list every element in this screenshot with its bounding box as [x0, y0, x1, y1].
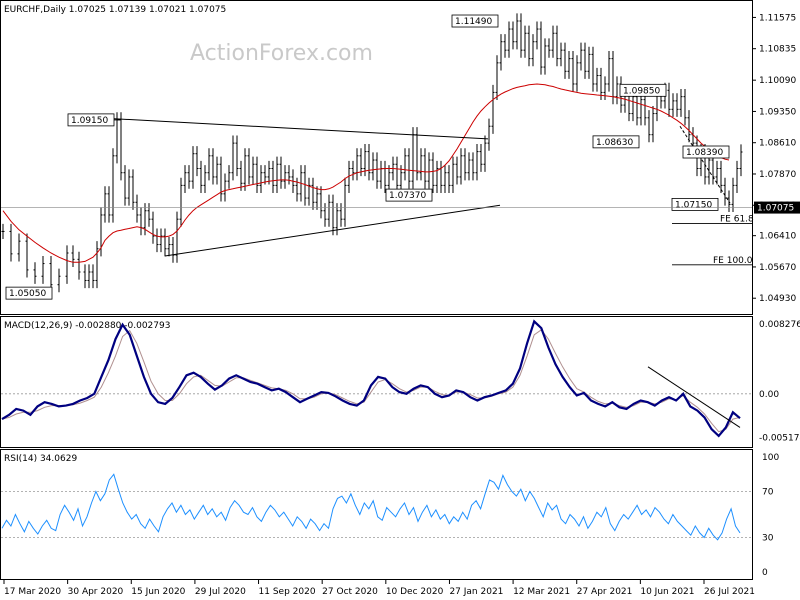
level-label-text: 1.07370 — [389, 191, 426, 201]
level-label: 1.07370 — [385, 188, 433, 202]
y-tick-label: 1.06410 — [759, 232, 796, 242]
y-tick-label: 1.10835 — [759, 45, 796, 55]
level-label: 1.08630 — [592, 135, 640, 149]
fe-level-label: FE 61.8 — [720, 214, 754, 224]
x-tick-label: 27 Jan 2021 — [449, 587, 503, 597]
price-panel-title: EURCHF,Daily 1.07025 1.07139 1.07021 1.0… — [4, 5, 226, 15]
level-label-text: 1.09850 — [623, 86, 660, 96]
level-label-text: 1.08630 — [596, 138, 633, 148]
level-label: 1.07150 — [671, 198, 719, 211]
x-tick-label: 15 Jun 2020 — [131, 587, 185, 597]
level-label: 1.11490 — [451, 14, 499, 28]
macd-panel-frame — [0, 316, 753, 448]
y-tick-label: 1.08610 — [759, 139, 796, 149]
x-tick-label: 29 Jul 2020 — [195, 587, 246, 597]
x-tick-label: 26 Jul 2021 — [704, 587, 755, 597]
y-tick-label: 1.07870 — [759, 170, 796, 180]
level-label: 1.09850 — [619, 83, 667, 97]
y-tick-label: 1.09350 — [759, 107, 796, 117]
y-tick-label: 1.11575 — [759, 13, 796, 23]
watermark: ActionForex.com — [190, 41, 373, 66]
level-label-text: 1.05050 — [9, 289, 46, 299]
chart-canvas: ActionForex.com 1.09150 1.05050 1.07370 1.1… — [0, 0, 800, 597]
x-tick-label: 27 Oct 2020 — [322, 587, 378, 597]
rsi-y-tick-label: 30 — [762, 534, 774, 544]
x-tick-label: 11 Sep 2020 — [259, 587, 316, 597]
macd-y-tick-label: 0.008276 — [759, 320, 800, 330]
level-label-text: 1.09150 — [71, 116, 108, 126]
level-label: 1.08390 — [682, 145, 730, 159]
x-tick-label: 10 Dec 2020 — [386, 587, 444, 597]
level-label-text: 1.08390 — [686, 148, 723, 158]
macd-y-tick-label: -0.005174 — [759, 433, 800, 443]
current-price-text: 1.07075 — [757, 204, 794, 214]
current-price-box: 1.07075 — [754, 201, 800, 214]
rsi-y-tick-label: 100 — [762, 453, 779, 463]
y-tick-label: 1.10090 — [759, 76, 796, 86]
rsi-y-tick-label: 0 — [762, 568, 768, 578]
fe-level-label: FE 100.0 — [713, 256, 753, 266]
macd-panel-title: MACD(12,26,9) -0.002880 -0.002793 — [4, 321, 170, 331]
x-tick-label: 30 Apr 2020 — [68, 587, 124, 597]
x-tick-label: 12 Mar 2021 — [513, 587, 570, 597]
rsi-y-tick-label: 70 — [762, 488, 774, 498]
x-tick-label: 10 Jun 2021 — [640, 587, 694, 597]
level-label: 1.05050 — [5, 286, 53, 300]
level-label: 1.09150 — [67, 113, 120, 127]
x-tick-label: 17 Mar 2020 — [4, 587, 61, 597]
x-tick-label: 27 Apr 2021 — [577, 587, 633, 597]
level-label-text: 1.07150 — [675, 200, 712, 210]
y-tick-label: 1.05670 — [759, 263, 796, 273]
y-tick-label: 1.04930 — [759, 294, 796, 304]
macd-y-tick-label: 0.00 — [759, 390, 779, 400]
rsi-panel-title: RSI(14) 34.0629 — [4, 454, 77, 464]
level-label-text: 1.11490 — [455, 17, 492, 27]
rsi-panel-frame — [0, 449, 753, 580]
